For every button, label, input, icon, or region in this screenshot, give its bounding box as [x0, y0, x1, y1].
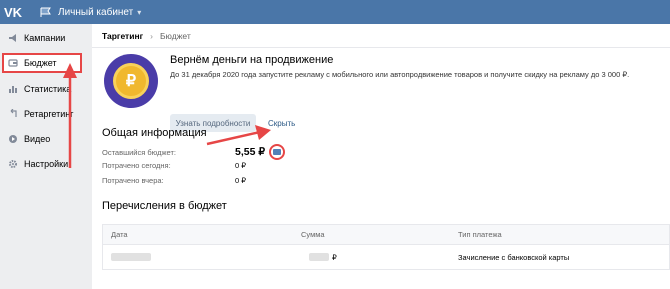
megaphone-icon: [8, 33, 18, 43]
video-icon: [8, 134, 18, 144]
chevron-down-icon: ▾: [137, 7, 142, 17]
cabinet-label: Личный кабинет: [58, 6, 134, 18]
flag-icon: [40, 7, 51, 17]
promo-title: Вернём деньги на продвижение: [170, 54, 334, 66]
spent-yesterday-label: Потрачено вчера:: [102, 176, 164, 185]
sidebar-item-label: Видео: [24, 133, 51, 144]
annotation-arrow-budget: [63, 63, 77, 168]
annotation-arrow-card: [206, 125, 271, 146]
spent-yesterday-value: 0 ₽: [235, 176, 247, 185]
promo-text: До 31 декабря 2020 года запустите реклам…: [170, 70, 630, 79]
general-info-title: Общая информация: [102, 127, 207, 139]
coin-illustration: ₽: [104, 54, 158, 108]
column-payment-type: Тип платежа: [458, 230, 502, 239]
vk-logo[interactable]: VK: [4, 5, 26, 20]
remaining-budget-label: Оставшийся бюджет:: [102, 148, 176, 157]
sidebar-item-label: Кампании: [24, 32, 66, 43]
column-date: Дата: [111, 230, 128, 239]
row-amount-currency: ₽: [332, 252, 337, 262]
wallet-icon: [8, 58, 18, 68]
cabinet-menu[interactable]: Личный кабинет ▾: [40, 7, 141, 18]
retarget-icon: [8, 108, 18, 119]
transfers-title: Перечисления в бюджет: [102, 200, 227, 212]
transfers-table: Дата Сумма Тип платежа ₽ Зачисление с ба…: [102, 224, 670, 270]
main-content: Таргетинг › Бюджет ₽ Вернём деньги на пр…: [92, 24, 670, 289]
breadcrumb-budget: Бюджет: [159, 30, 191, 41]
chart-icon: [8, 84, 18, 94]
spent-today-value: 0 ₽: [235, 161, 247, 170]
ruble-coin-icon: ₽: [113, 63, 149, 99]
breadcrumb: Таргетинг › Бюджет: [92, 24, 670, 48]
breadcrumb-targeting[interactable]: Таргетинг: [102, 31, 143, 41]
top-bar: VK Личный кабинет ▾: [0, 0, 670, 24]
breadcrumb-separator: ›: [150, 30, 153, 41]
promo-banner: ₽ Вернём деньги на продвижение До 31 дек…: [92, 48, 670, 134]
sidebar-item-campaigns[interactable]: Кампании: [0, 26, 90, 49]
gear-icon: [8, 159, 18, 169]
row-date: [111, 245, 151, 269]
column-amount: Сумма: [301, 230, 325, 239]
table-row: ₽ Зачисление с банковской карты: [103, 245, 669, 269]
row-amount: ₽: [309, 245, 337, 269]
row-payment-type: Зачисление с банковской карты: [458, 252, 570, 262]
spent-today-label: Потрачено сегодня:: [102, 161, 171, 170]
table-header: Дата Сумма Тип платежа: [103, 225, 669, 245]
sidebar-item-label: Бюджет: [24, 58, 57, 68]
